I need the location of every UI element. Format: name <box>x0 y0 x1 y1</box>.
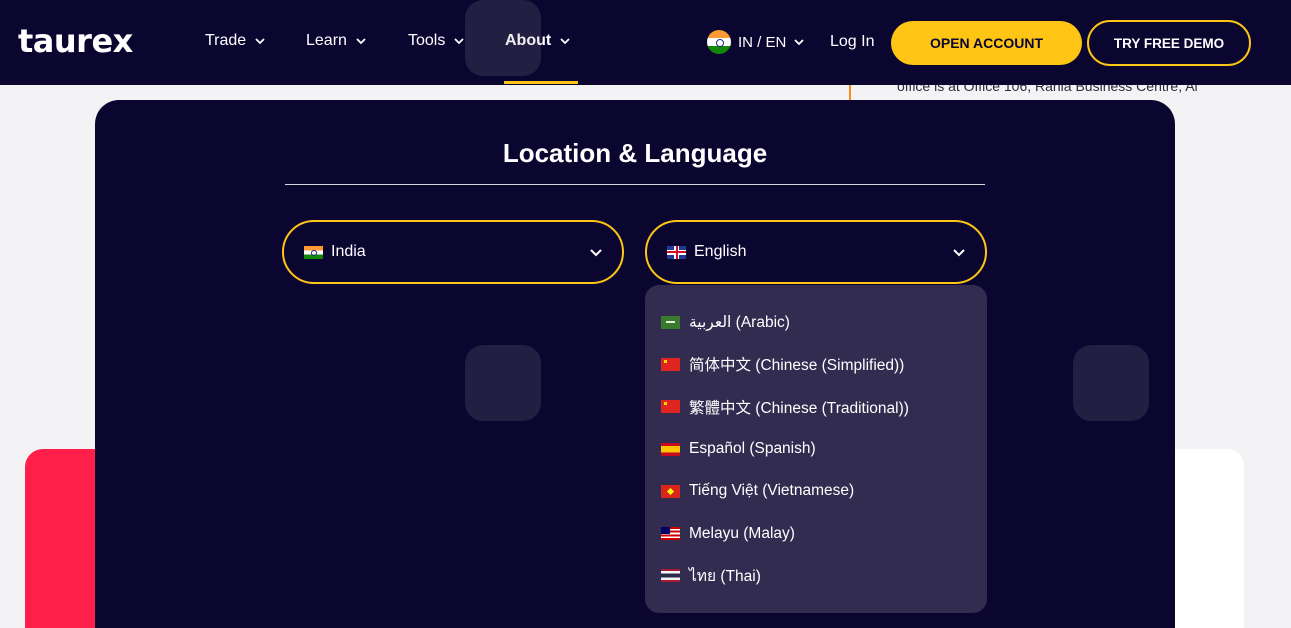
country-select-value: India <box>331 243 366 260</box>
chevron-down-icon <box>560 38 570 45</box>
vietnam-flag-icon <box>661 484 680 498</box>
nav-learn[interactable]: Learn <box>306 30 367 52</box>
modal-title: Location & Language <box>502 138 768 168</box>
spain-flag-icon <box>661 442 680 456</box>
nav-tools[interactable]: Tools <box>408 30 465 52</box>
language-option-spanish[interactable]: Español (Spanish) <box>645 428 987 470</box>
china-flag-icon <box>661 400 680 414</box>
accent-line <box>849 85 851 101</box>
language-option-chinese-simplified[interactable]: 简体中文 (Chinese (Simplified)) <box>645 343 987 385</box>
china-flag-icon <box>661 357 680 371</box>
language-option-label: العربية (Arabic) <box>689 313 790 331</box>
language-option-label: Tiếng Việt (Vietnamese) <box>689 482 855 500</box>
taurex-logo[interactable]: taurex <box>18 22 133 60</box>
chevron-down-icon <box>356 38 366 45</box>
language-option-label: ไทย (Thai) <box>689 568 761 586</box>
open-account-button[interactable]: OPEN ACCOUNT <box>891 21 1082 65</box>
chevron-down-icon <box>255 38 265 45</box>
try-free-demo-button[interactable]: TRY FREE DEMO <box>1087 20 1251 66</box>
language-option-label: Español (Spanish) <box>689 440 816 458</box>
language-option-label: 简体中文 (Chinese (Simplified)) <box>689 357 905 375</box>
saudi-flag-icon <box>661 315 680 329</box>
locale-switcher[interactable]: IN / EN <box>707 30 805 54</box>
nav-about[interactable]: About <box>505 30 571 52</box>
malaysia-flag-icon <box>661 527 680 541</box>
login-link[interactable]: Log In <box>830 33 874 51</box>
language-select[interactable]: English <box>645 220 987 284</box>
nav-learn-label: Learn <box>306 32 347 49</box>
language-option-vietnamese[interactable]: Tiếng Việt (Vietnamese) <box>645 470 987 512</box>
nav-trade-label: Trade <box>205 32 247 49</box>
location-language-modal: Location & Language India English العربي… <box>95 100 1175 628</box>
chevron-down-icon <box>454 38 464 45</box>
india-flag-icon <box>707 30 731 54</box>
thailand-flag-icon <box>661 569 680 583</box>
country-select[interactable]: India <box>282 220 624 284</box>
chevron-down-icon <box>953 249 965 257</box>
chevron-down-icon <box>590 249 602 257</box>
language-option-thai[interactable]: ไทย (Thai) <box>645 555 987 597</box>
language-option-label: Melayu (Malay) <box>689 524 795 542</box>
nav-tools-label: Tools <box>408 32 446 49</box>
site-header: taurex Trade Learn Tools About IN / EN L… <box>0 0 1291 85</box>
nav-active-indicator <box>504 81 578 84</box>
language-option-arabic[interactable]: العربية (Arabic) <box>645 301 987 343</box>
locale-switcher-label: IN / EN <box>738 33 787 51</box>
india-flag-icon <box>304 245 323 259</box>
modal-divider <box>285 184 985 185</box>
language-select-value: English <box>694 243 747 260</box>
nav-trade[interactable]: Trade <box>205 30 266 52</box>
language-option-malay[interactable]: Melayu (Malay) <box>645 512 987 554</box>
nav-about-label: About <box>505 32 552 49</box>
language-option-label: 繁體中文 (Chinese (Traditional)) <box>689 399 909 417</box>
language-dropdown: العربية (Arabic) 简体中文 (Chinese (Simplifi… <box>645 285 987 613</box>
chevron-down-icon <box>794 39 804 46</box>
language-option-chinese-traditional[interactable]: 繁體中文 (Chinese (Traditional)) <box>645 386 987 428</box>
uk-flag-icon <box>667 245 686 259</box>
